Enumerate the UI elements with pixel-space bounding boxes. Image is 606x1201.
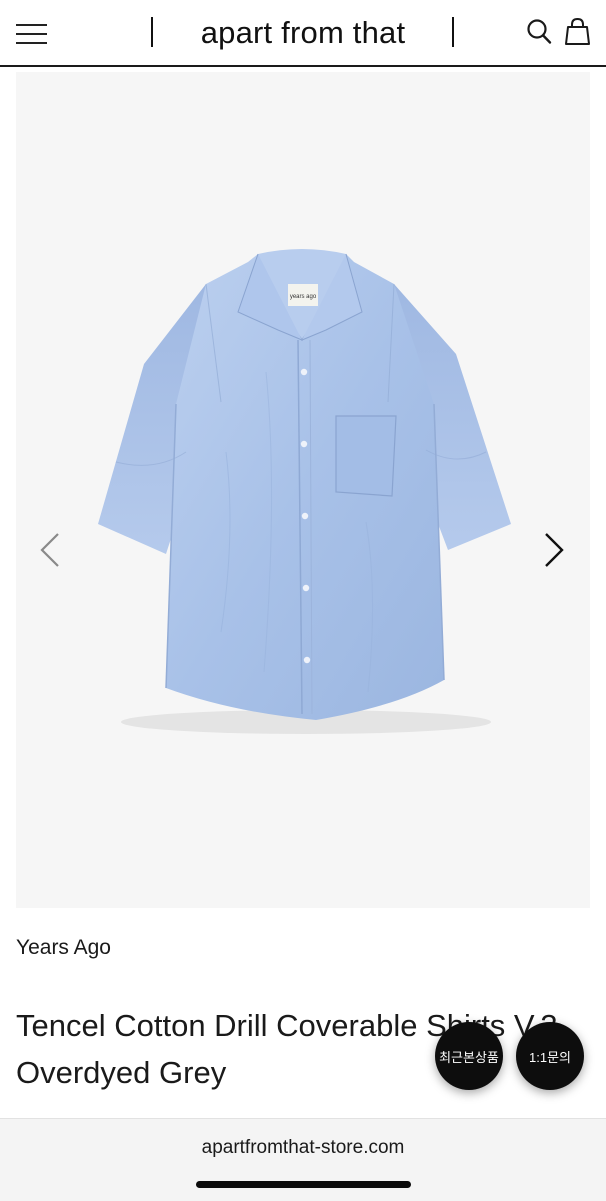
url-text[interactable]: apartfromthat-store.com [0,1137,606,1159]
chevron-right-icon[interactable] [534,528,574,572]
product-title-line1: Tencel Cotton Drill Coverable Shirts V.3… [16,1008,567,1043]
inquiry-button[interactable]: 1:1문의 [516,1022,584,1090]
shopping-bag-icon[interactable] [563,16,593,48]
recently-viewed-button[interactable]: 최근본상품 [435,1022,503,1090]
product-image: years ago [98,249,511,734]
menu-icon[interactable] [16,22,48,44]
site-logo[interactable]: apart from that [160,14,446,52]
browser-url-bar[interactable]: apartfromthat-store.com [0,1118,606,1201]
shirt-label-text: years ago [290,294,317,300]
search-icon[interactable] [525,16,555,48]
site-header: apart from that [0,0,606,67]
header-divider-right [452,17,454,47]
chevron-left-icon[interactable] [30,528,70,572]
home-indicator[interactable] [196,1181,411,1188]
header-divider-left [151,17,153,47]
product-brand[interactable]: Years Ago [16,936,111,960]
product-image-gallery[interactable]: years ago [16,72,590,908]
